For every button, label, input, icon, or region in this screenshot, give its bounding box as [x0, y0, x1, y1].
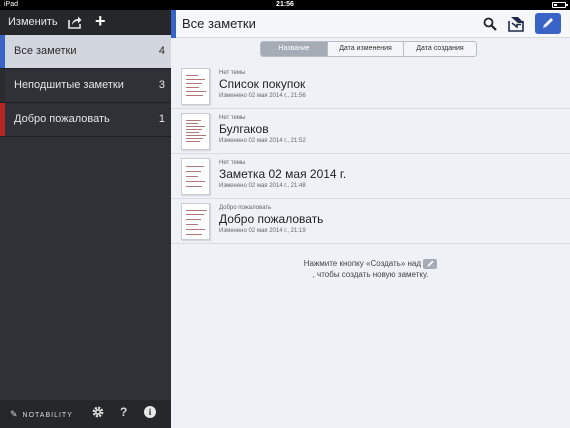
note-subject: Нет темы [219, 115, 246, 121]
page-title: Все заметки [182, 16, 256, 31]
sidebar-item[interactable]: Добро пожаловать 1 [0, 103, 171, 137]
status-time: 21:56 [276, 1, 294, 8]
gear-icon[interactable] [91, 405, 105, 419]
pencil-icon [543, 18, 553, 28]
main-panel: Все заметки Название Дата изменения Дата… [171, 10, 570, 428]
sort-tab-modified[interactable]: Дата изменения [327, 42, 403, 56]
battery-icon [552, 2, 568, 8]
notes-list: Нет темы Список покупок Изменено 02 мая 20… [171, 64, 570, 244]
note-title: Список покупок [219, 77, 306, 91]
pencil-icon [423, 258, 438, 269]
note-modified: Изменено 02 мая 2014 г., 21:52 [219, 138, 306, 144]
brand-label: NOTABILITY [22, 412, 73, 419]
sidebar-item-count: 3 [158, 79, 165, 91]
empty-hint: Нажмите кнопку «Создать» над , чтобы соз… [171, 258, 570, 280]
category-list: Все заметки 4 Неподшитые заметки 3 Добро пож… [0, 35, 171, 137]
hint-line-1: Нажмите кнопку «Создать» над [303, 259, 422, 268]
help-icon[interactable]: ? [120, 405, 127, 419]
note-thumbnail [181, 158, 210, 195]
note-subject: Нет темы [219, 160, 246, 166]
sidebar-item[interactable]: Неподшитые заметки 3 [0, 69, 171, 103]
sidebar: Изменить + Все заметки 4 Неподшитые заметк… [0, 10, 171, 428]
sort-tab-created[interactable]: Дата создания [403, 42, 476, 56]
note-subject: Добро пожаловать [219, 205, 272, 211]
note-thumbnail [181, 113, 210, 150]
sort-tab-name[interactable]: Название [261, 42, 327, 56]
sidebar-item-label: Добро пожаловать [14, 113, 110, 125]
category-color-bar [0, 35, 5, 68]
category-color-bar [0, 103, 5, 136]
note-title: Заметка 02 мая 2014 г. [219, 167, 347, 181]
note-title: Добро пожаловать [219, 212, 324, 226]
sidebar-item[interactable]: Все заметки 4 [0, 35, 171, 69]
category-color-bar [0, 69, 5, 102]
note-row[interactable]: Нет темы Заметка 02 мая 2014 г. Изменено 0… [171, 154, 570, 199]
main-header: Все заметки [171, 10, 570, 38]
note-modified: Изменено 02 мая 2014 г., 21:56 [219, 93, 306, 99]
sidebar-item-label: Все заметки [14, 45, 77, 57]
note-row[interactable]: Добро пожаловать Добро пожаловать Изменено… [171, 199, 570, 244]
note-row[interactable]: Нет темы Список покупок Изменено 02 мая 20… [171, 64, 570, 109]
status-bar: iPad 21:56 [0, 0, 570, 10]
note-title: Булгаков [219, 122, 269, 136]
search-icon[interactable] [483, 17, 497, 31]
sidebar-item-count: 1 [158, 113, 165, 125]
sidebar-toolbar: Изменить + [0, 10, 171, 35]
new-note-button[interactable] [535, 13, 561, 34]
note-modified: Изменено 02 мая 2014 г., 21:19 [219, 228, 306, 234]
notability-logo: ✎ NOTABILITY [10, 409, 73, 420]
sidebar-item-label: Неподшитые заметки [14, 79, 124, 91]
sidebar-item-count: 4 [158, 45, 165, 57]
battery-level [554, 4, 557, 6]
note-thumbnail [181, 68, 210, 105]
note-subject: Нет темы [219, 70, 246, 76]
note-modified: Изменено 02 мая 2014 г., 21:48 [219, 183, 306, 189]
sidebar-footer: ✎ NOTABILITY ? i [0, 400, 171, 428]
hint-line-2: , чтобы создать новую заметку. [312, 270, 429, 279]
category-accent [171, 10, 176, 38]
sort-segmented-control: Название Дата изменения Дата создания [260, 41, 477, 57]
edit-button[interactable]: Изменить [8, 16, 58, 28]
info-icon[interactable]: i [144, 406, 156, 418]
share-icon[interactable] [68, 15, 82, 29]
feather-icon: ✎ [10, 409, 19, 419]
plus-icon[interactable]: + [95, 12, 106, 30]
note-row[interactable]: Нет темы Булгаков Изменено 02 мая 2014 г.,… [171, 109, 570, 154]
import-icon[interactable] [508, 15, 525, 32]
note-thumbnail [181, 203, 210, 240]
